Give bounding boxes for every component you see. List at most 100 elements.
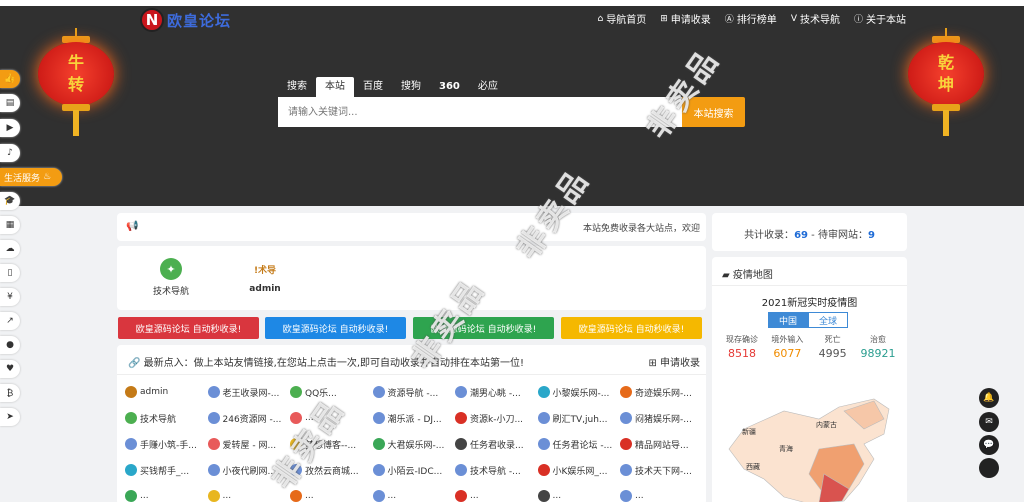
sidebar-printer-icon[interactable]: ▤ (0, 94, 20, 112)
bell-icon[interactable]: 🔔 (979, 388, 999, 408)
link-item[interactable]: 任务君收录... (455, 437, 538, 451)
stat-label: 现存确诊 (726, 335, 758, 344)
nav-item-tech[interactable]: V 技术导航 (791, 11, 840, 27)
link-label: 手赚小筑-手... (140, 440, 197, 451)
link-item[interactable]: ... (620, 489, 703, 502)
sidebar-yen-icon[interactable]: ¥ (0, 288, 20, 306)
info-icon: ⓘ (853, 15, 863, 25)
sidebar-file-icon[interactable]: ▯ (0, 264, 20, 282)
link-item[interactable]: ... (537, 489, 621, 502)
promo-banner[interactable]: 欧皇源码论坛 自动秒收录! (265, 317, 406, 339)
search-input[interactable] (278, 97, 682, 127)
link-item[interactable]: ... (455, 489, 538, 502)
link-item[interactable]: 小K娱乐网_... (537, 463, 621, 477)
link-item[interactable]: 老王收录网-... (207, 385, 291, 399)
link-label: 资源k-小刀... (470, 414, 524, 425)
site-favicon-icon (537, 412, 550, 424)
link-item[interactable]: 小黎娱乐网-... (537, 385, 621, 399)
search-tab-sogou[interactable]: 搜狗 (392, 77, 430, 97)
nav-label: 技术导航 (799, 15, 840, 26)
link-item[interactable]: ... (125, 489, 208, 502)
epidemic-header-text: 疫情地图 (732, 270, 773, 281)
link-item[interactable]: 资源导航 -... (372, 385, 456, 399)
sidebar-cloud-icon[interactable]: ☁ (0, 240, 20, 258)
promo-banner[interactable]: 欧皇源码论坛 自动秒收录! (118, 317, 259, 339)
promo-banner[interactable]: 欧皇源码论坛 自动秒收录! (561, 317, 702, 339)
sidebar-heartbeat-icon[interactable]: ♥ (0, 360, 20, 378)
link-item[interactable]: 任务君论坛 -... (537, 437, 621, 451)
search-tab-site[interactable]: 本站 (316, 77, 354, 97)
link-item[interactable]: 小陌云-IDC... (372, 463, 456, 477)
stats-total: 69 (794, 230, 808, 241)
link-item[interactable]: 奇迹娱乐网-... (620, 385, 703, 399)
tab-china[interactable]: 中国 (768, 312, 808, 328)
sidebar-music-icon[interactable]: ♪ (0, 144, 20, 162)
lantern-char: 转 (67, 75, 84, 94)
sidebar-paper-plane-icon[interactable]: ➤ (0, 408, 20, 426)
link-item[interactable]: ... (372, 489, 456, 502)
link-icon: 🔗 (128, 358, 144, 369)
link-item[interactable]: 刷汇TV,juh... (537, 411, 621, 425)
quick-link-tech-nav[interactable]: ✦ 技术导航 (141, 258, 201, 297)
link-item[interactable]: 闷猪娱乐网-... (620, 411, 703, 425)
link-item[interactable]: admin (125, 385, 208, 399)
map-label: 新疆 (742, 427, 756, 436)
sidebar-bitcoin-icon[interactable]: ₿ (0, 384, 20, 402)
lantern-char: 牛 (67, 53, 84, 72)
top-icon[interactable] (979, 458, 999, 478)
lantern-char: 坤 (937, 75, 954, 94)
link-label: 任务君收录... (470, 440, 524, 451)
link-item[interactable]: 技术天下网-... (620, 463, 703, 477)
wechat-icon[interactable]: 💬 (979, 435, 999, 455)
link-item[interactable]: 246资源网 -... (207, 411, 291, 425)
epidemic-title: 2021新冠实时疫情图 (761, 298, 858, 309)
nav-item-ranking[interactable]: Ⓐ 排行榜单 (725, 11, 777, 26)
site-logo[interactable]: N 欧皇论坛 (140, 8, 231, 32)
link-item[interactable]: 精品网站导... (620, 437, 703, 451)
link-item[interactable]: 潮乐派 - DJ... (372, 411, 456, 425)
sidebar-circle-icon[interactable]: ● (0, 336, 20, 354)
stat-deaths: 死亡 4995 (811, 334, 855, 360)
nav-item-home[interactable]: ⌂ 导航首页 (598, 11, 647, 27)
stat-current: 现存确诊 8518 (720, 334, 764, 360)
nav-item-about[interactable]: ⓘ 关于本站 (854, 11, 906, 26)
china-map[interactable]: 新疆 内蒙古 西藏 青海 (724, 389, 899, 502)
search-tab-baidu[interactable]: 百度 (354, 77, 392, 97)
quick-link-label: admin (249, 284, 281, 294)
quick-link-admin[interactable]: !术导 admin (235, 258, 295, 295)
link-label: ... (222, 491, 232, 501)
mail-icon[interactable]: ✉ (979, 412, 999, 432)
site-favicon-icon (455, 490, 467, 502)
sidebar-video-icon[interactable]: ▶ (0, 119, 20, 137)
link-label: 买钱帮手_... (140, 466, 190, 477)
link-item[interactable]: 手赚小筑-手... (125, 437, 208, 451)
search-tab-360[interactable]: 360 (430, 77, 469, 97)
link-item[interactable]: 买钱帮手_... (125, 463, 208, 477)
sidebar-life-service[interactable]: 生活服务 ♨ (0, 168, 62, 186)
site-favicon-icon (125, 438, 137, 450)
link-item[interactable]: 技术导航 (125, 411, 208, 425)
stat-value: 4995 (818, 347, 847, 360)
link-item[interactable]: ... (207, 489, 291, 502)
link-item[interactable]: 技术导航 -... (455, 463, 538, 477)
apply-link[interactable]: ⊞ 申请收录 (648, 354, 700, 369)
search-tab-bing[interactable]: 必应 (469, 77, 507, 97)
sidebar-chart-icon[interactable]: ↗ (0, 312, 20, 330)
stats-text: 共计收录：69 - 待审网站：9 (712, 226, 907, 241)
sidebar-graduation-cap-icon[interactable]: 🎓 (0, 192, 20, 210)
sidebar-thumbs-up-icon[interactable]: 👍 (0, 70, 20, 88)
sidebar-grid-icon[interactable]: ▦ (0, 216, 20, 234)
link-label: ... (552, 491, 562, 501)
compass-icon: ✦ (160, 258, 182, 280)
nav-item-apply[interactable]: ⊞ 申请收录 (660, 11, 711, 27)
nav-label: 排行榜单 (736, 15, 777, 26)
link-item[interactable]: 资源k-小刀... (455, 411, 538, 425)
link-item[interactable]: ... (290, 489, 373, 502)
link-item[interactable]: 潮男心眺 -... (455, 385, 538, 399)
stat-value: 6077 (773, 347, 802, 360)
top-nav: ⌂ 导航首页 ⊞ 申请收录 Ⓐ 排行榜单 V 技术导航 ⓘ 关于本站 (598, 11, 906, 27)
tab-global[interactable]: 全球 (808, 312, 848, 328)
stat-imported: 境外输入 6077 (765, 334, 809, 360)
site-favicon-icon (455, 438, 467, 450)
link-item[interactable]: 大君娱乐网-... (372, 437, 456, 451)
